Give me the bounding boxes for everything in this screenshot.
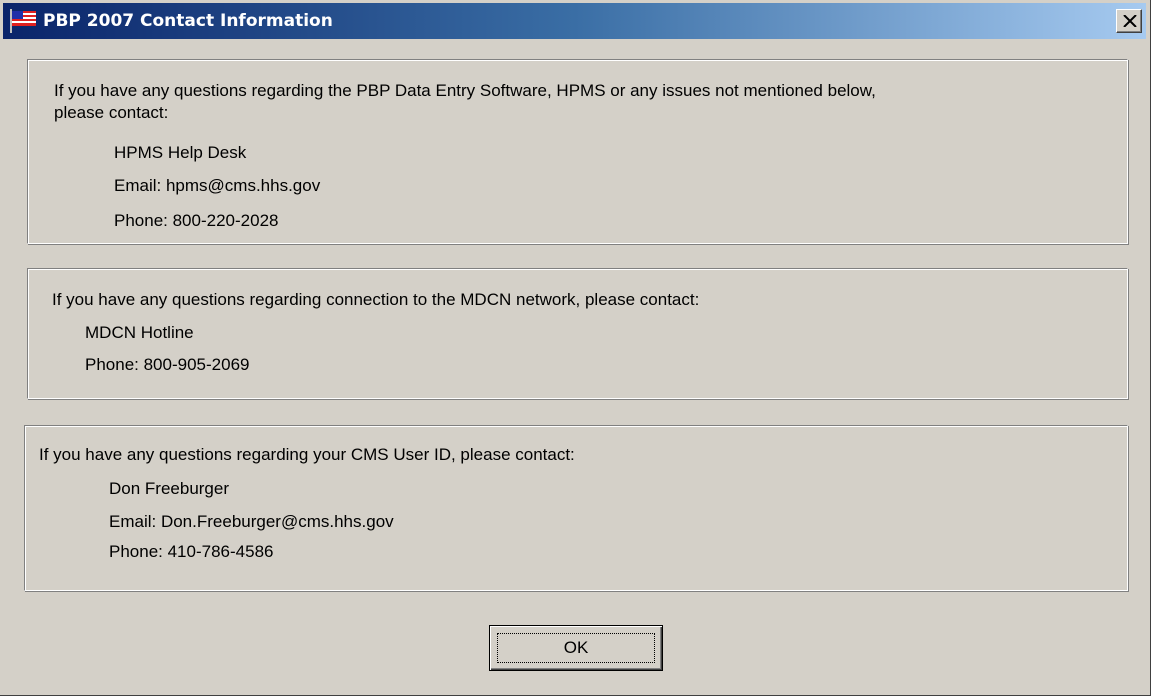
close-button[interactable]: [1116, 9, 1142, 33]
window-title: PBP 2007 Contact Information: [43, 11, 333, 31]
contact-email: Email: hpms@cms.hhs.gov: [114, 176, 321, 195]
ok-button-label: OK: [563, 638, 589, 657]
contact-email: Email: Don.Freeburger@cms.hhs.gov: [109, 512, 394, 531]
contact-name: MDCN Hotline: [85, 323, 194, 342]
hpms-contact-group: If you have any questions regarding the …: [27, 59, 1128, 244]
contact-phone: Phone: 410-786-4586: [109, 542, 274, 561]
section-intro-line: please contact:: [54, 103, 169, 122]
close-icon: [1123, 15, 1137, 27]
contact-phone: Phone: 800-220-2028: [114, 211, 279, 230]
us-flag-icon: [9, 9, 37, 33]
contact-phone: Phone: 800-905-2069: [85, 355, 250, 374]
contact-name: HPMS Help Desk: [114, 143, 247, 162]
contact-name: Don Freeburger: [109, 479, 230, 498]
title-bar[interactable]: PBP 2007 Contact Information: [3, 3, 1146, 39]
user-id-contact-group: If you have any questions regarding your…: [24, 425, 1128, 591]
section-intro-line: If you have any questions regarding conn…: [52, 290, 700, 309]
mdcn-contact-group: If you have any questions regarding conn…: [27, 268, 1128, 399]
section-intro-line: If you have any questions regarding your…: [39, 445, 575, 464]
contact-info-dialog: PBP 2007 Contact Information If you have…: [0, 0, 1151, 696]
section-intro-line: If you have any questions regarding the …: [54, 81, 876, 100]
ok-button[interactable]: OK: [489, 625, 663, 671]
